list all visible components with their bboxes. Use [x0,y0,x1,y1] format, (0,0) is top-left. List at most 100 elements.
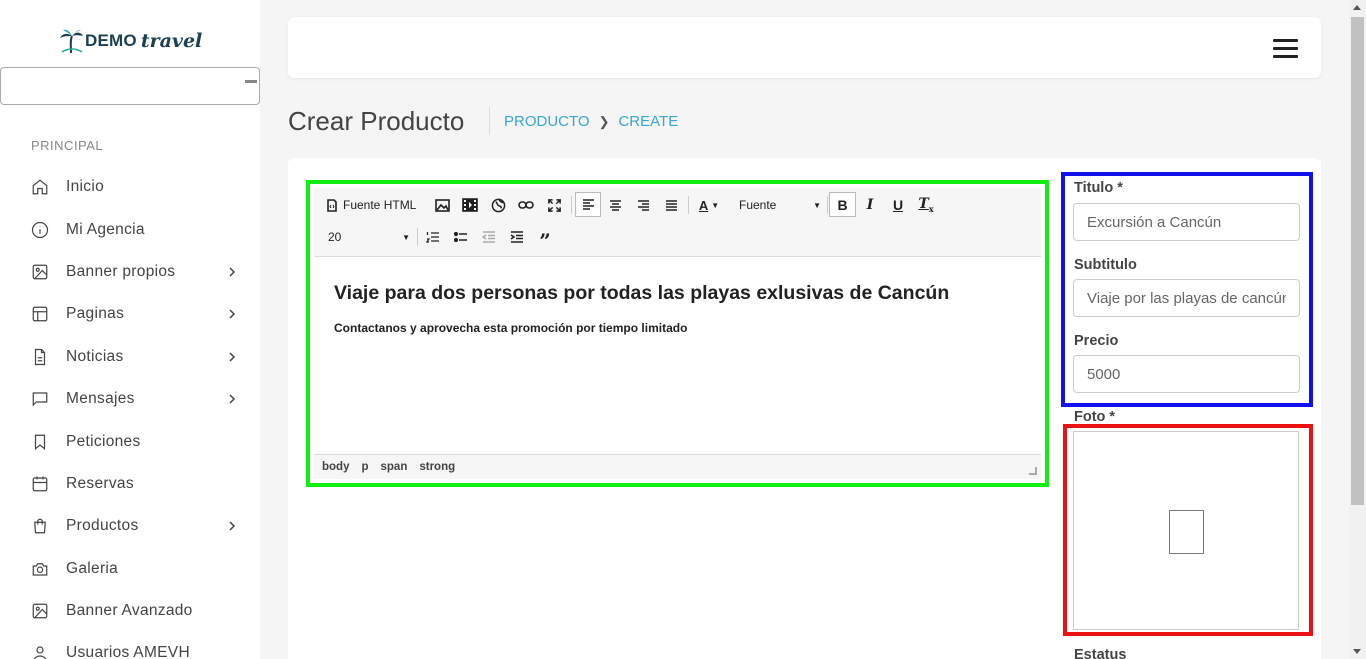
estatus-label: Estatus [1074,647,1127,659]
align-right-button[interactable] [633,194,653,216]
insert-image-button[interactable] [432,194,452,216]
editor-content-area[interactable]: Viaje para dos personas por todas las pl… [314,258,1041,454]
page-scrollbar[interactable] [1349,0,1366,659]
sidebar-item-noticias[interactable]: Noticias [0,336,260,378]
select-arrow-icon [245,80,257,83]
source-html-label: Fuente HTML [343,198,417,212]
scroll-up-icon[interactable] [1353,5,1361,10]
source-file-icon [327,198,337,212]
precio-label: Precio [1074,333,1119,349]
foto-label: Foto * [1074,409,1116,425]
chevron-right-icon [229,521,236,531]
globe-icon [491,198,505,212]
agency-select[interactable] [0,67,260,105]
sidebar-item-galeria[interactable]: Galeria [0,548,260,590]
toolbar-separator [417,228,418,246]
breadcrumb: PRODUCTO ❯ CREATE [504,113,678,130]
align-justify-icon [665,199,677,211]
sidebar-item-mi-agencia[interactable]: Mi Agencia [0,208,260,250]
scrollbar-thumb[interactable] [1351,17,1364,505]
sidebar-item-peticiones[interactable]: Peticiones [0,420,260,462]
title-divider [489,107,490,135]
rich-text-editor: Fuente HTML A ▼ Fuente ▼ B I U Tx 20 ▼ ”… [306,180,1049,487]
layout-icon [32,307,48,322]
sidebar-item-label: Reservas [66,474,134,492]
link-icon [518,201,534,209]
sidebar-item-label: Mi Agencia [66,220,145,238]
sidebar-item-label: Inicio [66,178,104,196]
sidebar-item-productos[interactable]: Productos [0,505,260,547]
hamburger-menu-icon[interactable] [1273,39,1298,58]
breadcrumb-producto[interactable]: PRODUCTO [504,113,590,130]
align-left-icon [582,199,594,210]
bold-button[interactable]: B [829,192,856,217]
editor-toolbar: Fuente HTML A ▼ Fuente ▼ B I U Tx 20 ▼ ” [314,188,1041,257]
align-left-button[interactable] [575,192,601,217]
sidebar-item-label: Mensajes [66,390,135,408]
path-item-body[interactable]: body [322,461,349,473]
ordered-list-icon [426,232,439,243]
insert-link-button[interactable] [516,194,536,216]
brand-logo[interactable]: DEMO travel [58,28,202,54]
path-item-p[interactable]: p [361,461,368,473]
path-item-span[interactable]: span [381,461,408,473]
sidebar-item-mensajes[interactable]: Mensajes [0,378,260,420]
text-color-icon: A [698,197,709,213]
sidebar-menu: Inicio Mi Agencia Banner propios Paginas… [0,166,260,659]
sidebar-item-reservas[interactable]: Reservas [0,463,260,505]
sidebar-item-inicio[interactable]: Inicio [0,166,260,208]
sidebar-item-label: Noticias [66,347,124,365]
editor-heading: Viaje para dos personas por todas las pl… [334,282,950,304]
titulo-label: Titulo * [1074,180,1123,196]
bullet-list-button[interactable] [451,226,471,248]
underline-button[interactable]: U [888,194,908,216]
message-icon [32,392,48,407]
chevron-right-icon [229,352,236,362]
sidebar-item-label: Peticiones [66,432,141,450]
sidebar-item-banner-propios[interactable]: Banner propios [0,251,260,293]
image-icon [32,603,48,619]
chevron-right-icon [229,309,236,319]
indent-icon [510,231,523,243]
sidebar-item-label: Usuarios AMEVH [66,644,190,659]
sidebar-item-banner-avanzado[interactable]: Banner Avanzado [0,590,260,632]
resize-handle-icon[interactable] [1029,467,1037,475]
toolbar-separator [688,196,689,214]
shopping-bag-icon [34,518,46,534]
align-justify-button[interactable] [661,194,681,216]
film-icon [462,198,478,212]
font-family-label: Fuente [739,198,777,212]
ordered-list-button[interactable] [423,226,443,248]
subtitulo-input[interactable] [1073,279,1300,317]
clear-format-icon: Tx [918,196,934,214]
dropdown-caret-icon: ▼ [813,200,821,210]
fullscreen-button[interactable] [544,194,564,216]
outdent-button[interactable] [479,226,499,248]
blockquote-button[interactable]: ” [535,226,555,251]
insert-iframe-button[interactable] [488,194,508,216]
font-size-select[interactable]: 20 ▼ [328,226,410,248]
editor-paragraph: Contactanos y aprovecha esta promoción p… [334,321,688,335]
align-center-button[interactable] [605,194,625,216]
sidebar-item-label: Banner propios [66,262,176,280]
precio-input[interactable] [1073,355,1300,393]
align-right-icon [637,199,649,211]
editor-element-path: body p span strong [314,454,1041,479]
source-html-button[interactable]: Fuente HTML [326,194,416,216]
clear-format-button[interactable]: Tx [916,194,936,216]
toolbar-separator [571,196,572,214]
sidebar-item-label: Galeria [66,559,119,577]
path-item-strong[interactable]: strong [419,461,455,473]
page-title: Crear Producto [288,106,465,136]
scroll-down-icon[interactable] [1353,649,1361,654]
italic-button[interactable]: I [860,194,880,216]
titulo-input[interactable] [1073,203,1300,241]
text-color-button[interactable]: A ▼ [695,194,723,216]
insert-video-button[interactable] [460,194,480,216]
sidebar-item-usuarios-amevh[interactable]: Usuarios AMEVH [0,632,260,659]
sidebar-item-paginas[interactable]: Paginas [0,293,260,335]
bold-icon: B [837,196,848,213]
indent-button[interactable] [507,226,527,248]
italic-icon: I [866,197,874,213]
font-family-select[interactable]: Fuente ▼ [739,194,821,216]
